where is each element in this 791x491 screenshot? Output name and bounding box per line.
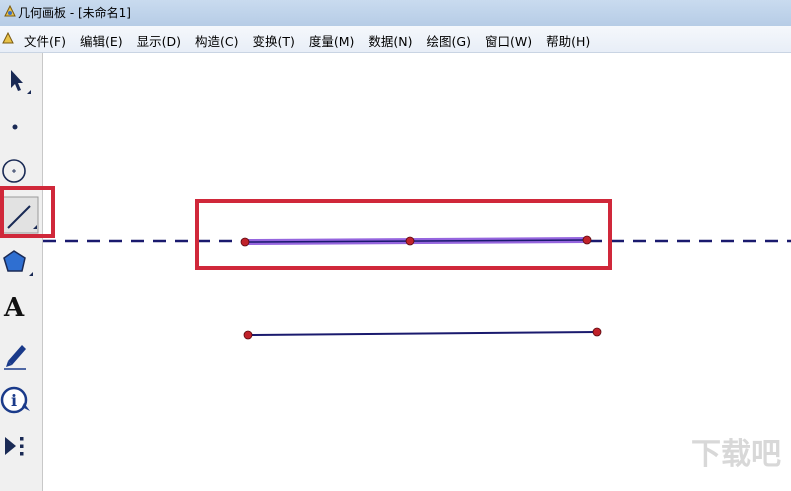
text-tool-label: A — [4, 293, 25, 323]
menu-edit[interactable]: 编辑(E) — [80, 31, 123, 50]
compass-circle-icon[interactable] — [0, 151, 42, 191]
window-title: 几何画板 - [未命名1] — [18, 6, 131, 20]
menu-file[interactable]: 文件(F) — [24, 31, 66, 50]
menu-transform[interactable]: 变换(T) — [252, 31, 294, 50]
tool-palette: A i — [0, 53, 43, 491]
lower-segment[interactable] — [247, 331, 598, 336]
window-title-bar: 几何画板 - [未命名1] — [0, 0, 791, 26]
custom-tools-icon[interactable] — [0, 425, 42, 465]
sketch-canvas[interactable] — [43, 53, 791, 491]
segment-highlight-box — [195, 199, 612, 270]
menu-bar: 文件(F) 编辑(E) 显示(D) 构造(C) 变换(T) 度量(M) 数据(N… — [0, 26, 791, 53]
info-icon[interactable]: i — [0, 381, 42, 421]
info-icon-label: i — [11, 391, 17, 410]
app-icon — [4, 4, 16, 17]
watermark: 下载吧 — [691, 437, 781, 472]
menu-data[interactable]: 数据(N) — [368, 31, 412, 50]
polygon-icon[interactable] — [0, 243, 42, 283]
menu-window[interactable]: 窗口(W) — [485, 31, 532, 50]
lower-segment-endpoint-left[interactable] — [243, 330, 253, 340]
document-icon[interactable] — [2, 32, 14, 44]
menu-help[interactable]: 帮助(H) — [546, 31, 590, 50]
menu-display[interactable]: 显示(D) — [137, 31, 181, 50]
text-tool-icon[interactable]: A — [0, 289, 42, 329]
marker-pen-icon[interactable] — [0, 335, 42, 375]
menu-construct[interactable]: 构造(C) — [195, 31, 238, 50]
lower-segment-endpoint-right[interactable] — [592, 327, 602, 337]
point-icon[interactable] — [0, 107, 42, 147]
menu-measure[interactable]: 度量(M) — [309, 31, 355, 50]
straightedge-tool-highlight — [0, 186, 55, 238]
menu-graph[interactable]: 绘图(G) — [427, 31, 471, 50]
arrow-select-icon[interactable] — [0, 61, 42, 101]
